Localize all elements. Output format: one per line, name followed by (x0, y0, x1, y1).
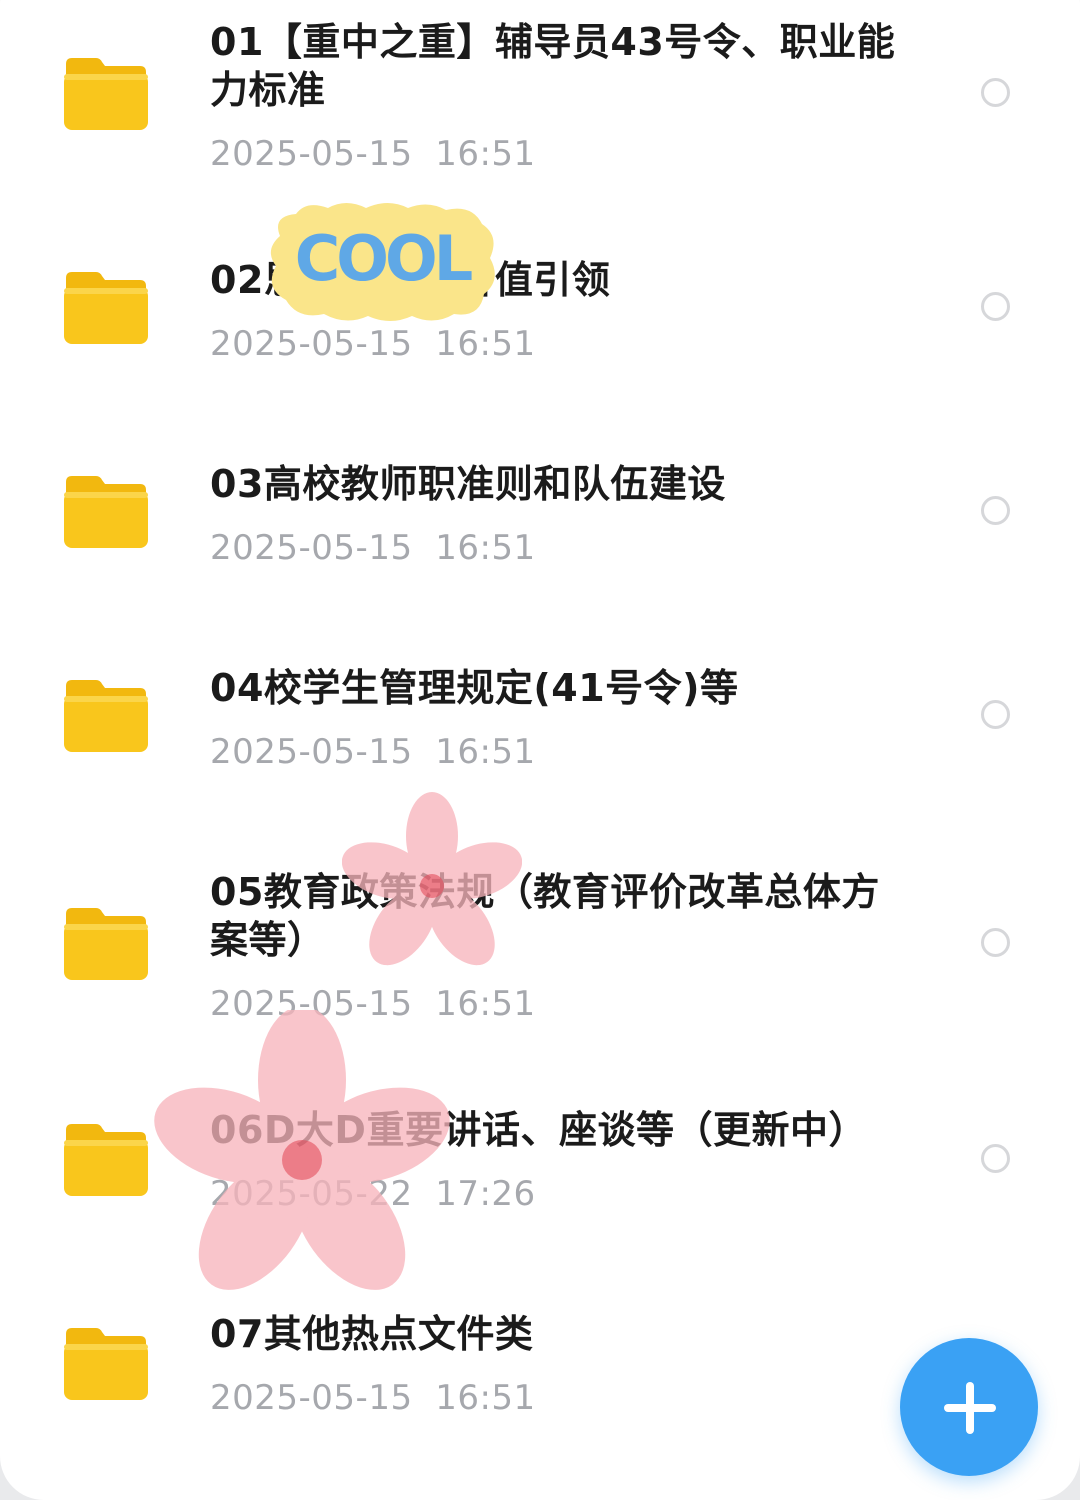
plus-icon (966, 1382, 974, 1434)
select-radio[interactable] (981, 292, 1010, 321)
select-radio[interactable] (981, 496, 1010, 525)
folder-name: 07其他热点文件类 (210, 1312, 534, 1356)
folder-icon (62, 474, 148, 548)
folder-date: 2025-05-22 17:26 (210, 1174, 536, 1214)
folder-date: 2025-05-15 16:51 (210, 1378, 536, 1418)
folder-icon (62, 678, 148, 752)
select-radio[interactable] (981, 78, 1010, 107)
folder-icon (62, 270, 148, 344)
add-button[interactable] (900, 1338, 1038, 1476)
folder-name: 03高校教师职准则和队伍建设 (210, 462, 726, 506)
select-radio[interactable] (981, 700, 1010, 729)
folder-date: 2025-05-15 16:51 (210, 134, 536, 174)
select-radio[interactable] (981, 928, 1010, 957)
folder-icon (62, 56, 148, 130)
folder-icon (62, 906, 148, 980)
folder-name: 04校学生管理规定(41号令)等 (210, 666, 739, 710)
file-list-panel (0, 0, 1080, 1500)
folder-date: 2025-05-15 16:51 (210, 984, 536, 1024)
folder-name: 06D大D重要讲话、座谈等（更新中） (210, 1108, 867, 1152)
folder-date: 2025-05-15 16:51 (210, 324, 536, 364)
folder-icon (62, 1122, 148, 1196)
folder-name: 01【重中之重】辅导员43号令、职业能力标准 (210, 20, 896, 112)
folder-icon (62, 1326, 148, 1400)
select-radio[interactable] (981, 1144, 1010, 1173)
folder-name: 05教育政策法规（教育评价改革总体方案等） (210, 870, 880, 962)
folder-date: 2025-05-15 16:51 (210, 528, 536, 568)
folder-name: 02思想教育与价值引领 (210, 258, 611, 302)
folder-date: 2025-05-15 16:51 (210, 732, 536, 772)
